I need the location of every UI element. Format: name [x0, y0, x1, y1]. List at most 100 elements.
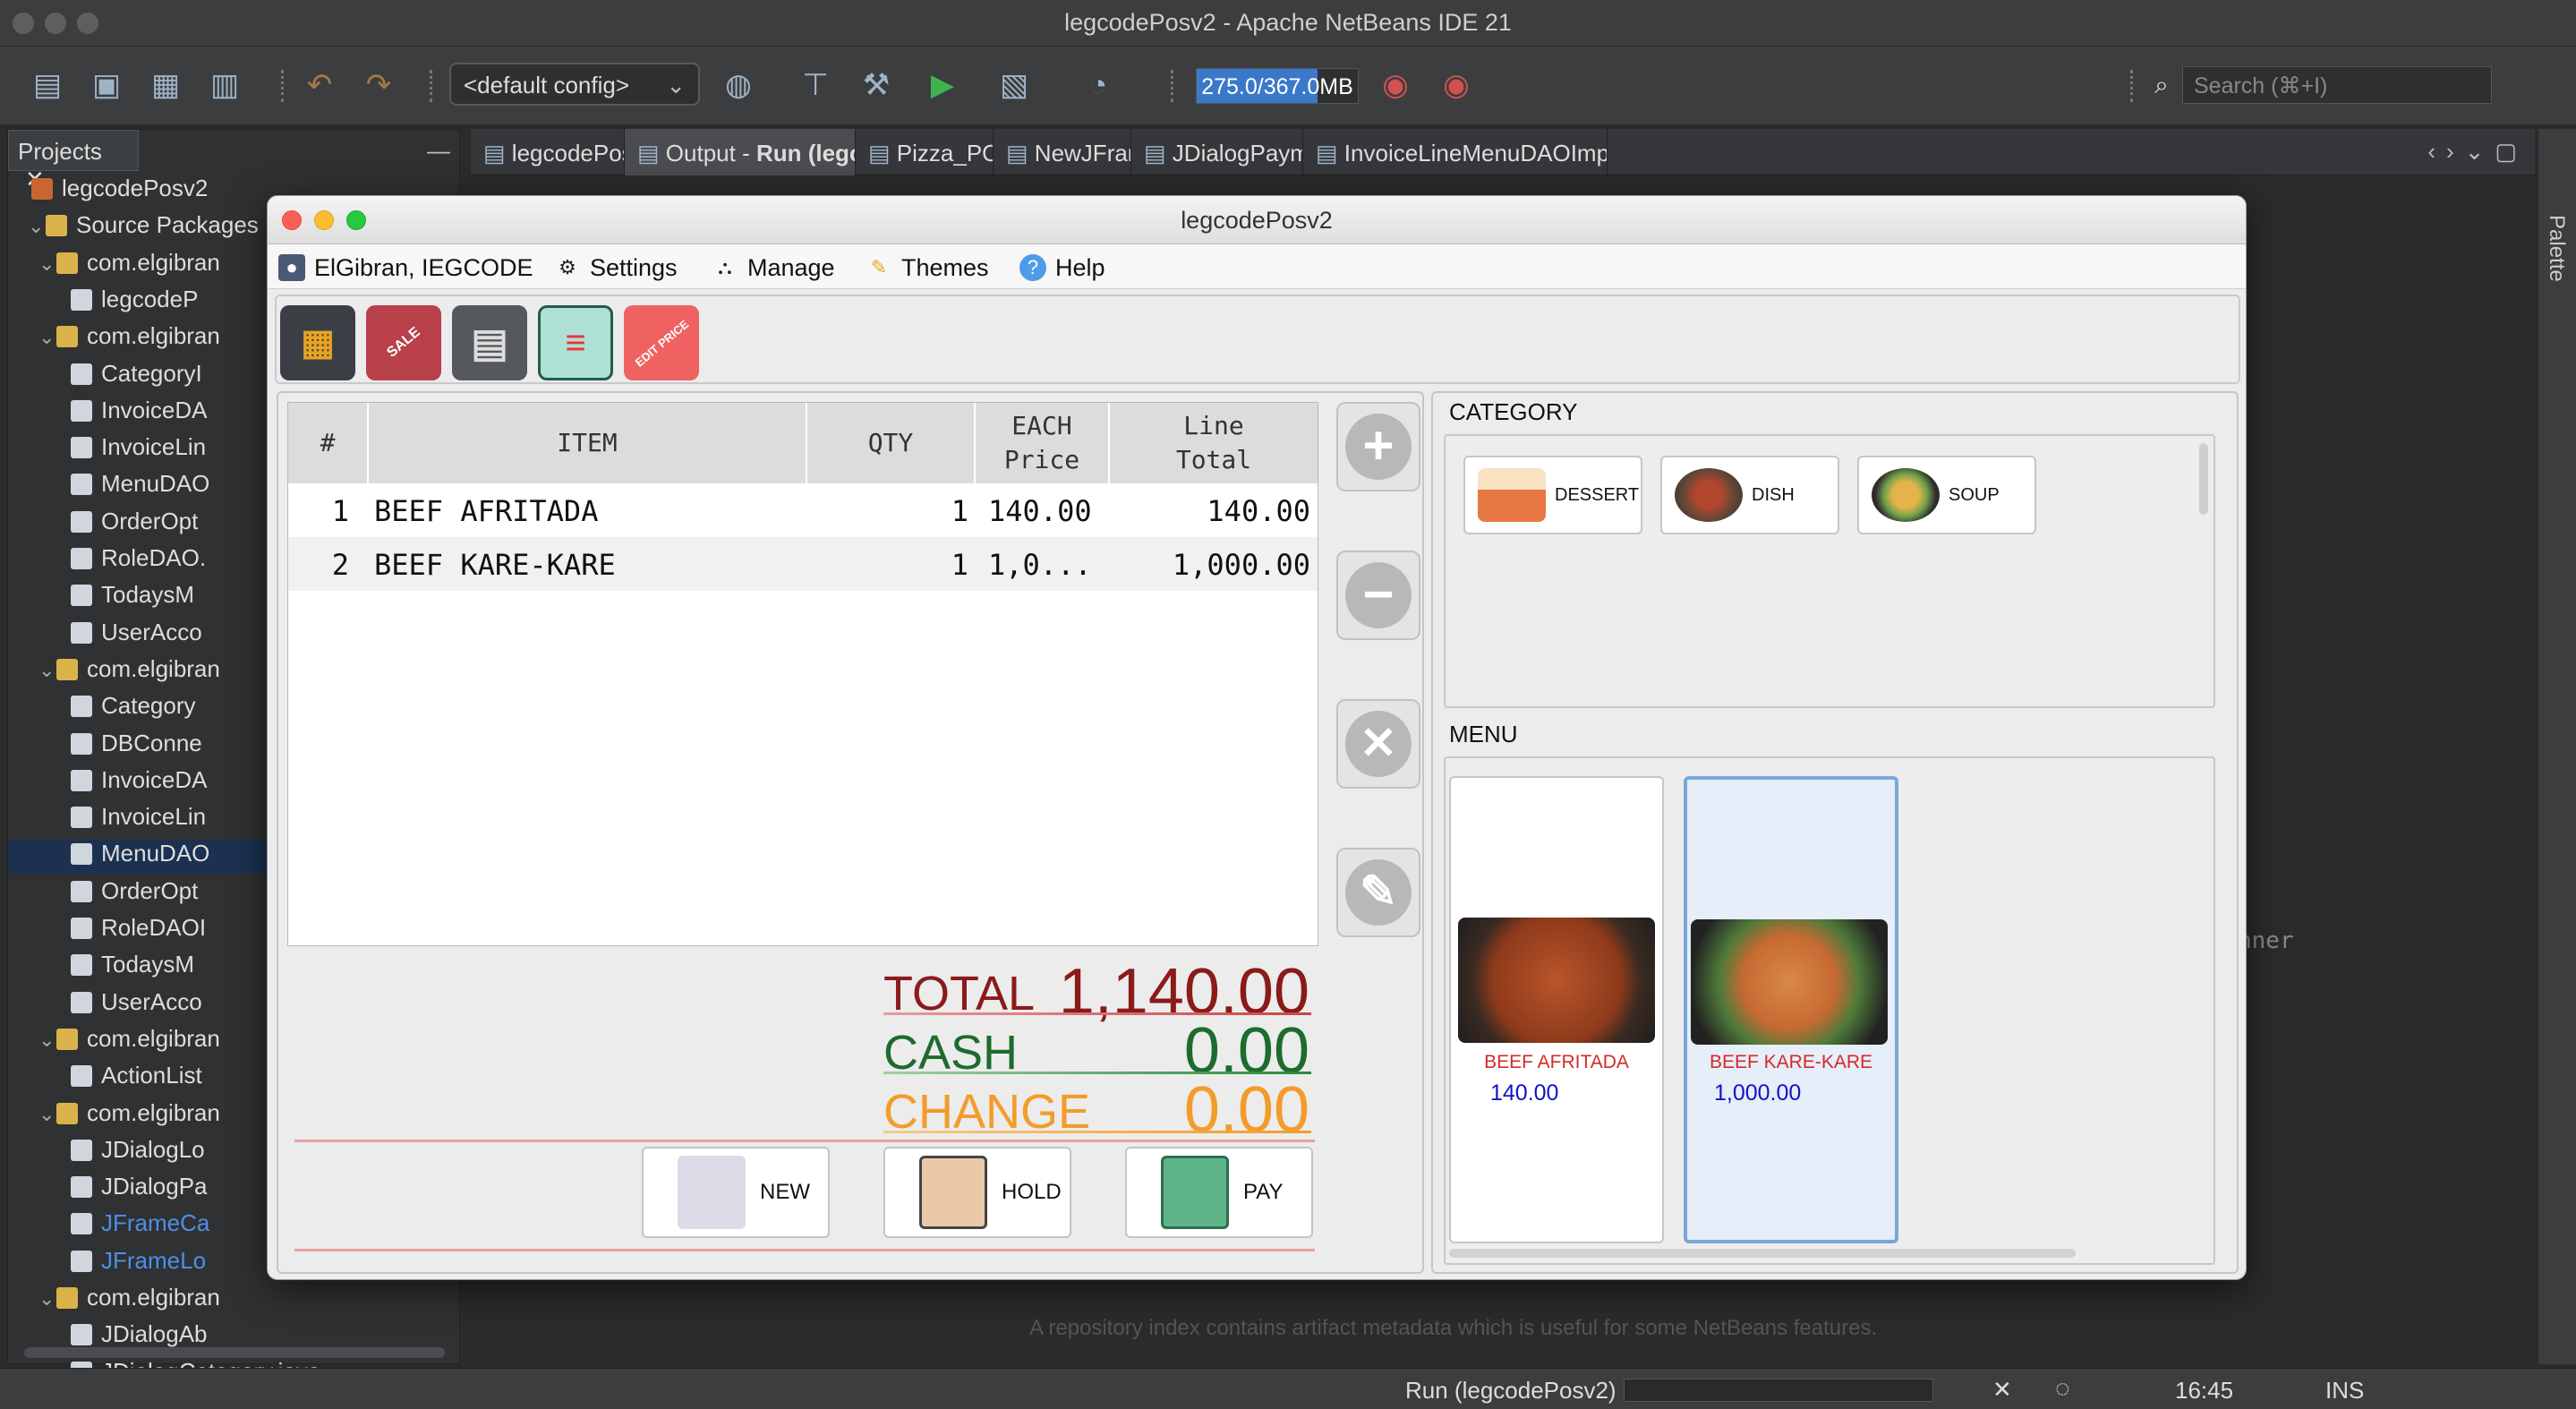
category-dish-button[interactable]: DISH [1660, 456, 1839, 534]
status-insert-mode: INS [2325, 1377, 2365, 1404]
toolbar-separator [430, 70, 433, 102]
hold-order-button[interactable]: HOLD [883, 1147, 1071, 1238]
menu-themes[interactable]: ✎ Themes [866, 252, 989, 284]
table-row[interactable]: 1 BEEF AFRITADA 1 140.00 140.00 [288, 483, 1318, 537]
clean-build-icon[interactable]: ⚒ [856, 64, 897, 106]
col-header-num[interactable]: # [288, 403, 369, 483]
cake-icon [1478, 468, 1546, 522]
cell-line-total: 140.00 [1207, 494, 1310, 528]
run-icon[interactable]: ▶ [922, 64, 963, 106]
category-soup-button[interactable]: SOUP [1857, 456, 2036, 534]
redo-icon[interactable]: ↷ [358, 64, 399, 106]
new-order-button[interactable]: NEW [642, 1147, 830, 1238]
new-file-icon[interactable]: ▤ [27, 64, 68, 106]
status-running-task[interactable]: Run (legcodePosv2) [1405, 1377, 1616, 1405]
debug-icon[interactable]: ▧ [994, 64, 1035, 106]
app-title-bar: legcodePosv2 [268, 196, 2246, 244]
tree-item-label: TodaysM [101, 581, 195, 609]
new-project-icon[interactable]: ▣ [86, 64, 127, 106]
menu-help-label: Help [1055, 253, 1105, 281]
category-dessert-button[interactable]: DESSERT [1463, 456, 1642, 534]
java-file-icon [71, 696, 92, 718]
pos-menu-button[interactable]: ▦ [280, 305, 355, 380]
tree-hscrollbar[interactable] [24, 1347, 445, 1358]
remove-item-button[interactable]: ✕ [1336, 699, 1420, 789]
build-hammer-icon[interactable]: ⊤ [795, 64, 836, 106]
undo-icon[interactable]: ↶ [299, 64, 340, 106]
palette-tab[interactable]: Palette [2544, 215, 2569, 282]
chevron-down-icon[interactable]: ⌄ [38, 252, 56, 276]
editor-tab[interactable]: ▤ JDialogPayment.java [1131, 129, 1303, 175]
app-toolbar: ▦ SALE ▤ ≡ EDIT PRICE [275, 295, 2240, 384]
increase-qty-button[interactable]: + [1336, 402, 1420, 491]
menu-settings-label: Settings [590, 253, 678, 281]
chevron-down-icon[interactable]: ⌄ [38, 326, 56, 349]
menu-item-card[interactable]: BEEF AFRITADA 140.00 [1449, 776, 1664, 1243]
col-header-item[interactable]: ITEM [369, 403, 807, 483]
ide-window-title: legcodePosv2 - Apache NetBeans IDE 21 [1064, 9, 1512, 36]
printer-button[interactable]: ▤ [452, 305, 527, 380]
ide-search-input[interactable]: Search (⌘+I) [2182, 66, 2492, 104]
editor-tab[interactable]: ▤ Pizza_POS.java [856, 129, 994, 175]
tree-item-label: com.elgibran [87, 1284, 220, 1311]
menu-item-card[interactable]: BEEF KARE-KARE 1,000.00 [1684, 776, 1898, 1243]
edit-item-button[interactable]: ✎ [1336, 848, 1420, 937]
col-header-qty[interactable]: QTY [807, 403, 976, 483]
editor-tab[interactable]: ▤ NewJFrame.java [994, 129, 1131, 175]
category-scrollbar[interactable] [2199, 443, 2208, 515]
menu-item-price: 1,000.00 [1714, 1080, 1802, 1106]
tree-item-label: JDialogAb [101, 1320, 208, 1348]
gc-icon[interactable]: ◉ [1375, 64, 1416, 106]
pay-button[interactable]: PAY [1125, 1147, 1313, 1238]
col-header-each-price[interactable]: EACH Price [976, 403, 1110, 483]
chevron-down-icon[interactable]: ⌄ [28, 215, 46, 238]
editor-tabs: ▤ legcodePosv2.java▤ Output - Run (legco… [471, 129, 2535, 175]
decrease-qty-button[interactable]: − [1336, 551, 1420, 640]
col-header-line-total[interactable]: Line Total [1110, 403, 1318, 483]
search-icon: ⌕ [2154, 70, 2169, 98]
tree-item-label: InvoiceDA [101, 765, 208, 793]
tree-item-label: UserAcco [101, 987, 202, 1015]
editor-tab[interactable]: ▤ legcodePosv2.java [471, 129, 625, 175]
project-icon [31, 178, 53, 200]
tab-projects[interactable]: Projects ✕ [8, 130, 139, 192]
toolbar-separator [2130, 70, 2134, 102]
tree-item-label: MenuDAO [101, 470, 210, 498]
notifications-icon[interactable]: ◌ [2055, 1374, 2070, 1403]
menu-item-price: 140.00 [1490, 1080, 1559, 1106]
java-file-icon [71, 1213, 92, 1235]
file-icon: ▤ [1316, 140, 1344, 167]
edit-price-button[interactable]: EDIT PRICE [624, 305, 699, 380]
chevron-down-icon[interactable]: ⌄ [38, 1103, 56, 1126]
receipt-list-button[interactable]: ≡ [538, 305, 613, 380]
table-row[interactable]: 2 BEEF KARE-KARE 1 1,0... 1,000.00 [288, 537, 1318, 591]
save-all-icon[interactable]: ▥ [204, 64, 245, 106]
memory-usage-bar[interactable]: 275.0/367.0MB [1196, 68, 1359, 104]
tab-navigation-icons[interactable]: ‹›⌄▢ [2427, 138, 2528, 166]
chevron-down-icon[interactable]: ⌄ [38, 1029, 56, 1052]
java-file-icon [71, 954, 92, 977]
config-select[interactable]: <default config> ⌄ [449, 63, 700, 106]
minimize-pane-icon[interactable]: — [427, 137, 450, 165]
editor-tab[interactable]: ▤ Output - Run (legcodePosv2) [625, 129, 856, 175]
menu-settings[interactable]: ⚙ Settings [554, 252, 678, 284]
category-soup-label: SOUP [1949, 484, 2000, 505]
cell-each-price: 1,0... [988, 548, 1092, 582]
cancel-task-icon[interactable]: ✕ [1992, 1376, 2012, 1404]
sale-button[interactable]: SALE [366, 305, 441, 380]
globe-icon[interactable]: ◍ [718, 64, 759, 106]
chevron-down-icon[interactable]: ⌄ [38, 659, 56, 682]
java-file-icon [71, 732, 92, 755]
open-project-icon[interactable]: ▦ [145, 64, 186, 106]
profile-ide-icon[interactable]: ◉ [1436, 64, 1477, 106]
menu-scrollbar[interactable] [1449, 1249, 2076, 1258]
chevron-down-icon[interactable]: ⌄ [38, 1287, 56, 1311]
editor-tab[interactable]: ▤ InvoiceLineMenuDAOImpl.java... [1303, 129, 1608, 175]
cell-num: 1 [331, 494, 349, 528]
menu-help[interactable]: ? Help [1019, 252, 1105, 284]
menu-manage[interactable]: ⛬ Manage [712, 252, 834, 284]
menu-user[interactable]: ● ElGibran, IEGCODE [278, 252, 533, 284]
tree-item-label: UserAcco [101, 618, 202, 645]
tree-package-item[interactable]: ⌄ com.elgibran [8, 1284, 459, 1318]
profile-icon[interactable]: ◔ [1078, 64, 1119, 106]
